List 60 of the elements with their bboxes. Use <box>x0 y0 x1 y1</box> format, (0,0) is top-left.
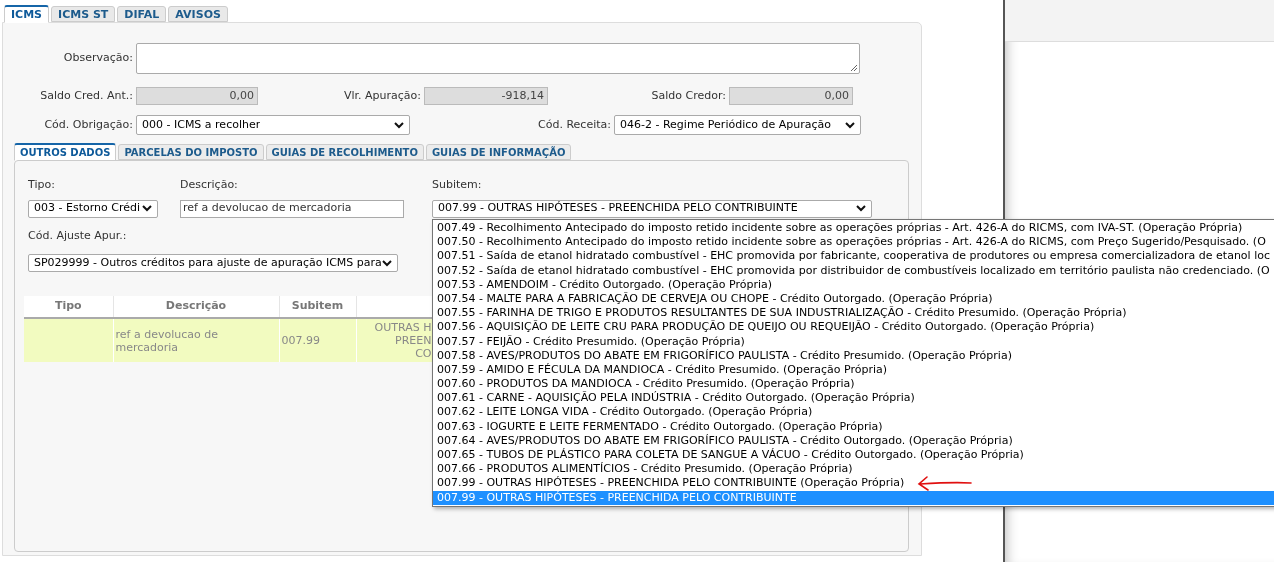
dropdown-option[interactable]: 007.52 - Saída de etanol hidratado combustível - EHC promovida por distribuidor de combustíveis localizado em território paulista não credenciado. (O <box>433 263 1274 278</box>
field-label: Saldo Credor: <box>650 87 727 104</box>
dropdown-option[interactable]: 007.66 - PRODUTOS ALIMENTÍCIOS - Crédito Presumido. (Operação Própria) <box>433 462 1274 477</box>
chevron-down-icon <box>382 259 392 267</box>
dropdown-option[interactable]: 007.65 - TUBOS DE PLÁSTICO PARA COLETA DE SANGUE A VÁCUO - Crédito Outorgado. (Operação Própria) <box>433 448 1274 463</box>
field-label: Cód. Receita: <box>537 116 612 133</box>
tab[interactable]: AVISOS <box>168 6 228 22</box>
select-field[interactable]: 046-2 - Regime Periódico de Apuração <box>614 115 861 135</box>
column-header: Descrição <box>113 296 279 318</box>
chevron-down-icon <box>142 205 152 212</box>
arrow-annotation <box>916 475 972 492</box>
tab[interactable]: GUIAS DE RECOLHIMENTO <box>265 144 424 160</box>
table-cell: 007.99 <box>281 334 320 347</box>
chevron-down-icon <box>845 121 855 129</box>
select-field[interactable]: 000 - ICMS a recolher <box>136 115 410 135</box>
readonly-field: 0,00 <box>136 87 258 105</box>
readonly-field: -918,14 <box>424 87 548 105</box>
dropdown-option[interactable]: 007.56 - AQUISIÇÃO DE LEITE CRU PARA PRODUÇÃO DE QUEIJO OU REQUEIJÃO - Crédito Outorgado. (Operação Própria) <box>433 320 1274 335</box>
field-label: Cód. Ajuste Apur.: <box>28 227 127 244</box>
dropdown-option[interactable]: 007.99 - OUTRAS HIPÓTESES - PREENCHIDA PELO CONTRIBUINTE (Operação Própria) <box>433 476 1274 491</box>
chevron-down-icon <box>856 205 866 212</box>
dropdown-option[interactable]: 007.54 - MALTE PARA A FABRICAÇÃO DE CERVEJA OU CHOPE - Crédito Outorgado. (Operação Própria) <box>433 291 1274 307</box>
tab[interactable]: PARCELAS DO IMPOSTO <box>118 144 264 160</box>
table-cell-text: OUTRAS H PREEN CO <box>373 321 432 360</box>
dropdown-option[interactable]: 007.60 - PRODUTOS DA MANDIOCA - Crédito Presumido. (Operação Própria) <box>433 377 1274 392</box>
dropdown-option[interactable]: 007.50 - Recolhimento Antecipado do imposto retido incidente sobre as operações próprias - Art. 426-A do RICMS, com Preço Sugerido/Pesquisado. (O <box>433 235 1274 250</box>
dropdown-option[interactable]: 007.63 - IOGURTE E LEITE FERMENTADO - Crédito Outorgado. (Operação Própria) <box>433 419 1274 434</box>
table-cell: ref a devolucao de mercadoria <box>115 327 218 354</box>
select-field[interactable]: SP029999 - Outros créditos para ajuste de apuração ICMS para <box>28 254 398 272</box>
field-label: Cód. Obrigação: <box>43 116 134 133</box>
tab[interactable]: ICMS ST <box>51 6 116 22</box>
dropdown-option[interactable]: 007.53 - AMENDOIM - Crédito Outorgado. (Operação Própria) <box>433 277 1274 292</box>
dropdown-option[interactable]: 007.57 - FEIJÃO - Crédito Presumido. (Operação Própria) <box>433 334 1274 349</box>
dropdown-option[interactable]: 007.59 - AMIDO E FÉCULA DA MANDIOCA - Crédito Presumido. (Operação Própria) <box>433 362 1274 378</box>
dropdown-option[interactable]: 007.51 - Saída de etanol hidratado combustível - EHC promovida por fabricante, cooperativa de produtores ou empresa comercializadora de etanol loc <box>433 249 1274 264</box>
dropdown-option[interactable]: 007.62 - LEITE LONGA VIDA - Crédito Outorgado. (Operação Própria) <box>433 405 1274 420</box>
field-label: Saldo Cred. Ant.: <box>39 87 134 104</box>
description-field[interactable]: ref a devolucao de mercadoria <box>180 199 404 218</box>
field-label: Tipo: <box>28 177 55 193</box>
dropdown-option[interactable]: 007.55 - FARINHA DE TRIGO E PRODUTOS RESULTANTES DE SUA INDUSTRIALIZAÇÃO - Crédito Presumido. (Operação Própria) <box>433 306 1274 321</box>
resize-grip-icon <box>850 64 858 72</box>
dropdown-option[interactable]: 007.49 - Recolhimento Antecipado do imposto retido incidente sobre as operações próprias - Art. 426-A do RICMS, com IVA-ST. (Operação Própria) <box>433 221 1274 236</box>
column-header: Tipo <box>24 296 113 318</box>
select-field[interactable]: 003 - Estorno Crédi <box>28 199 158 218</box>
dropdown-option[interactable]: 007.64 - AVES/PRODUTOS DO ABATE EM FRIGORÍFICO PAULISTA - Crédito Outorgado. (Operação Própria) <box>433 433 1274 448</box>
field-label: Subitem: <box>432 177 482 193</box>
chevron-down-icon <box>394 121 404 129</box>
column-header: Subitem <box>279 296 356 318</box>
tab[interactable]: GUIAS DE INFORMAÇÃO <box>425 144 572 160</box>
tab[interactable]: DIFAL <box>117 6 167 22</box>
field-label: Vlr. Apuração: <box>342 87 422 104</box>
observation-field[interactable] <box>136 43 860 74</box>
field-label: Descrição: <box>180 177 238 193</box>
dropdown-option[interactable]: 007.61 - CARNE - AQUISIÇÃO PELA INDÚSTRIA - Crédito Outorgado. (Operação Própria) <box>433 391 1274 406</box>
tab[interactable]: OUTROS DADOS <box>14 143 117 161</box>
dropdown-option[interactable]: 007.58 - AVES/PRODUTOS DO ABATE EM FRIGORÍFICO PAULISTA - Crédito Presumido. (Operação Própria) <box>433 348 1274 363</box>
tab[interactable]: ICMS <box>4 5 50 23</box>
field-label: Observação: <box>62 50 134 67</box>
readonly-field: 0,00 <box>729 87 853 105</box>
select-field[interactable]: 007.99 - OUTRAS HIPÓTESES - PREENCHIDA PELO CONTRIBUINTE <box>432 199 872 218</box>
